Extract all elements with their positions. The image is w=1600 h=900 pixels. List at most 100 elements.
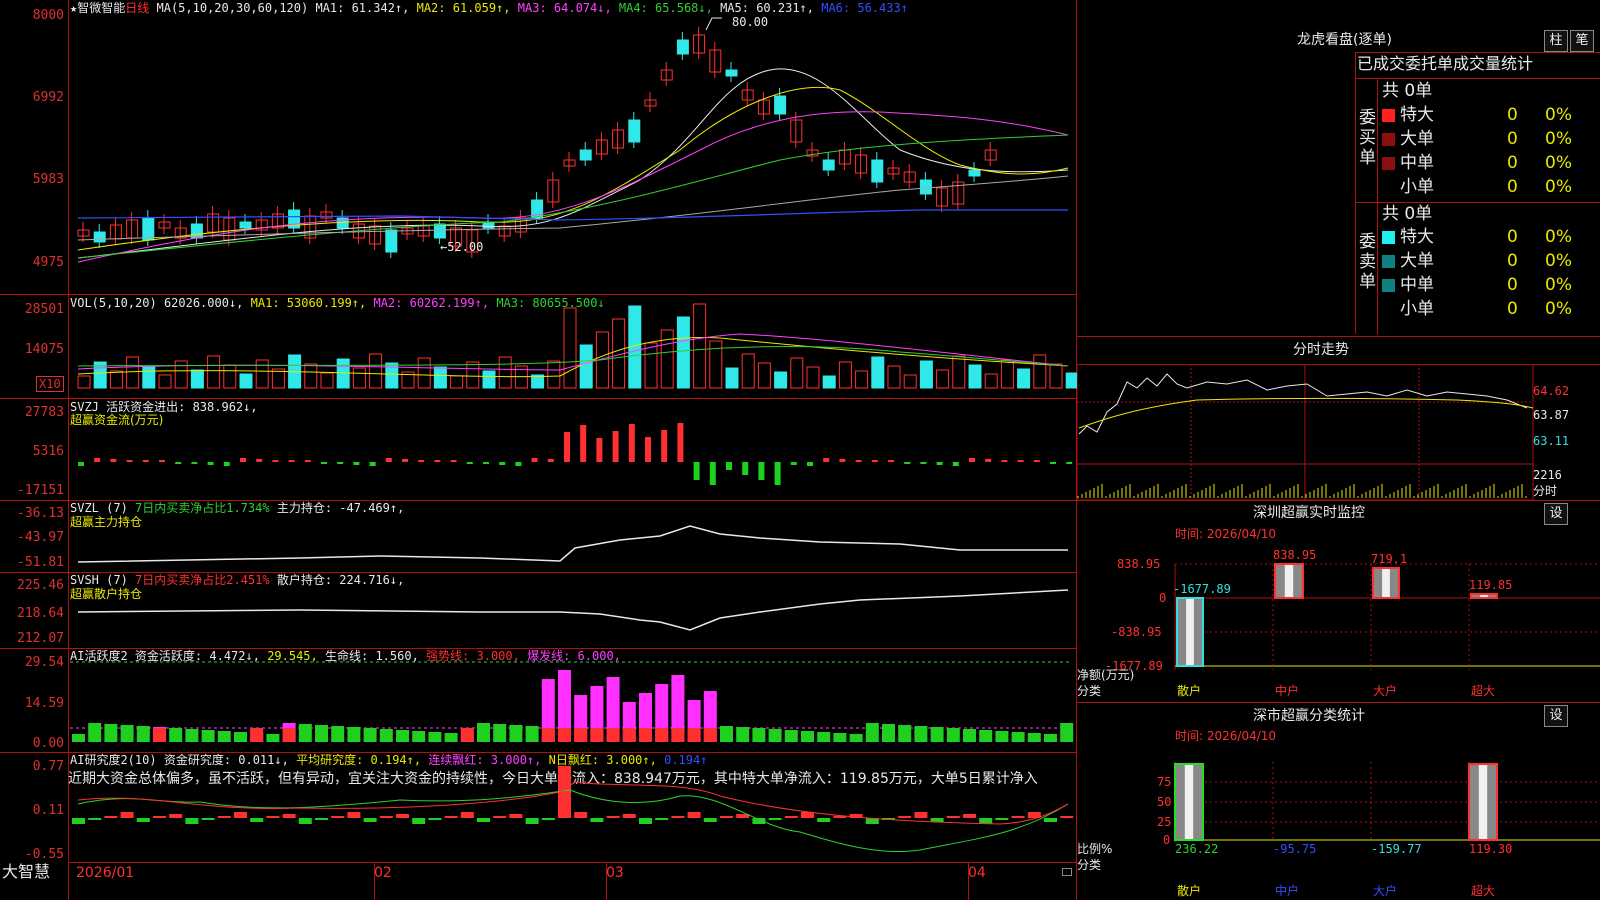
monitor-tick-1: 0 <box>1159 591 1167 605</box>
sell-color-swatch <box>1382 303 1395 316</box>
ai1-bar <box>1027 733 1041 742</box>
volume-bar <box>142 365 156 389</box>
ai1-bar <box>882 724 895 742</box>
svzj-bar <box>191 462 198 464</box>
svzj-bar <box>369 462 376 466</box>
svzj-bar <box>126 460 133 462</box>
candle-body <box>433 223 446 239</box>
sell-row: 小单 0 0% <box>1382 298 1600 320</box>
tick-view-button[interactable]: 笔 <box>1570 30 1594 52</box>
monitor-bar-label-2: 719.1 <box>1371 552 1408 566</box>
ai1-bar <box>817 732 831 742</box>
ai2-bar <box>703 818 717 822</box>
svzj-bar <box>434 460 441 462</box>
ai2-bar <box>509 814 523 818</box>
volume-bar <box>1065 372 1077 389</box>
volume-bar <box>1033 354 1047 389</box>
svzj-bar <box>207 462 214 465</box>
intraday-tick-1: 63.87 <box>1533 408 1570 422</box>
volume-bar <box>547 360 561 389</box>
ai1-chart[interactable] <box>0 648 1077 752</box>
ai1-bar-base <box>153 728 166 742</box>
ai2-bar <box>298 818 312 824</box>
class-bar-label-0: 236.22 <box>1175 842 1219 856</box>
class-chart[interactable] <box>1077 702 1600 900</box>
volume-bar <box>223 364 237 389</box>
volume-bar <box>984 373 998 389</box>
svzj-bar <box>693 462 700 480</box>
class-cat-2: 大户 <box>1373 884 1398 898</box>
buy-row-value: 0 <box>1507 105 1518 125</box>
svsh-chart[interactable] <box>0 572 1077 648</box>
sell-row: 特大 0 0% <box>1382 226 1600 248</box>
ai1-bar <box>768 729 782 742</box>
monitor-cat-3: 超大 <box>1471 684 1496 698</box>
monitor-bar-label-3: 119.85 <box>1469 578 1513 592</box>
ai2-bar <box>444 816 458 818</box>
monitor-tick-2: -838.95 <box>1111 625 1162 639</box>
ai1-bar-base <box>671 728 685 742</box>
ai1-bar <box>185 729 199 742</box>
intraday-chart[interactable] <box>1077 364 1600 500</box>
class-bar-super-highlight <box>1478 764 1488 840</box>
svzl-chart[interactable] <box>0 500 1077 572</box>
volume-bar <box>190 369 204 389</box>
ai2-bar <box>72 818 85 824</box>
svzj-bar <box>904 462 911 464</box>
svzj-bar <box>547 459 554 462</box>
ai1-bar <box>865 723 879 742</box>
lock-icon[interactable] <box>1062 868 1072 876</box>
volume-chart[interactable] <box>0 294 1077 398</box>
sell-color-swatch <box>1382 278 1395 292</box>
class-tick-2: 25 <box>1157 815 1172 829</box>
svzj-bar <box>288 460 295 462</box>
candlestick-chart[interactable] <box>0 0 1077 294</box>
ai2-bar <box>250 818 264 822</box>
svzj-bar <box>936 462 943 465</box>
svzj-bar <box>1050 462 1056 464</box>
buy-row-name: 小单 <box>1400 177 1434 197</box>
sell-row-value: 0 <box>1507 299 1518 319</box>
stats-table-header: 已成交委托单成交量统计 <box>1357 54 1534 73</box>
ai1-bar <box>1044 734 1057 742</box>
ai2-bar <box>153 816 166 818</box>
ai1-bar-base <box>282 728 296 742</box>
volume-bar <box>126 356 140 389</box>
xaxis-label-1: 02 <box>374 865 392 881</box>
ai1-bar <box>849 734 863 742</box>
ai1-bar <box>169 728 183 742</box>
svzj-chart[interactable] <box>0 398 1077 500</box>
candle-body <box>676 39 689 55</box>
sell-row-value: 0 <box>1507 251 1518 271</box>
svzj-bar <box>240 458 246 462</box>
volume-bar <box>676 316 690 389</box>
svzj-bar <box>223 462 230 466</box>
ai1-bar <box>234 732 247 742</box>
volume-bar <box>579 344 593 389</box>
monitor-bar-mid-highlight <box>1284 564 1294 598</box>
class-cat-0: 散户 <box>1177 884 1202 898</box>
buy-row: 大单 0 0% <box>1382 128 1600 150</box>
volume-bar <box>304 363 318 389</box>
candle-body <box>628 119 641 143</box>
sell-order-label: 委卖单 <box>1359 232 1376 292</box>
sell-row-name: 小单 <box>1400 299 1434 319</box>
ai2-bar <box>396 814 409 818</box>
ai1-bar-base <box>622 728 636 742</box>
ai2-chart[interactable] <box>0 752 1077 862</box>
ai1-bar <box>898 725 912 742</box>
volume-bar <box>871 356 885 389</box>
svzj-bar <box>888 460 894 462</box>
sell-row: 大单 0 0% <box>1382 250 1600 272</box>
class-bar-label-2: -159.77 <box>1371 842 1422 856</box>
svzj-bar <box>110 459 117 462</box>
sell-row-value: 0 <box>1507 227 1518 247</box>
ai1-bar <box>833 733 847 742</box>
sell-row-name: 大单 <box>1400 251 1434 271</box>
bar-view-button[interactable]: 柱 <box>1544 30 1568 52</box>
main-chart-area[interactable]: ★智微智能日线 MA(5,10,20,30,60,120) MA1: 61.34… <box>0 0 1077 900</box>
class-ylabel: 比例% <box>1077 842 1113 856</box>
ai1-bar <box>914 726 928 742</box>
high-annotation: 80.00 <box>732 15 769 29</box>
volume-bar <box>369 353 383 389</box>
